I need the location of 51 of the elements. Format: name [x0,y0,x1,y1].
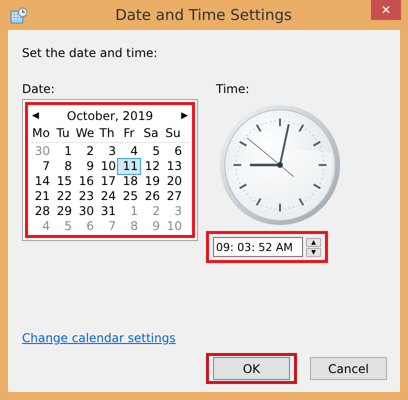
calendar-day[interactable]: 30 [74,204,96,219]
calendar-day[interactable]: 26 [140,189,162,204]
cancel-button[interactable]: Cancel [310,357,387,380]
close-button[interactable]: ✕ [371,0,401,20]
calendar-day[interactable]: 12 [140,159,162,174]
calendar-day[interactable]: 11 [118,159,140,174]
calendar-day[interactable]: 14 [30,174,52,189]
weekday-header: Tu [55,126,71,142]
calendar-clock-icon [10,6,27,24]
time-field[interactable]: 09: 03: 52 AM [213,237,303,257]
weekday-header: Th [98,126,116,142]
calendar-day[interactable]: 9 [74,159,96,174]
next-month-button[interactable]: ▶ [179,111,190,121]
ok-button[interactable]: OK [213,357,290,380]
calendar-day[interactable]: 20 [162,174,184,189]
weekday-header: Mo [31,126,51,142]
calendar-day[interactable]: 2 [74,144,96,159]
calendar-day[interactable]: 31 [96,204,118,219]
calendar-day[interactable]: 15 [52,174,74,189]
calendar-day[interactable]: 29 [52,204,74,219]
date-label: Date: [22,82,56,96]
calendar-day[interactable]: 10 [96,159,118,174]
calendar-day[interactable]: 5 [140,144,162,159]
calendar-day[interactable]: 16 [74,174,96,189]
calendar-day[interactable]: 23 [74,189,96,204]
calendar-day[interactable]: 27 [162,189,184,204]
month-title[interactable]: October, 2019 [66,109,154,123]
calendar-day[interactable]: 3 [96,144,118,159]
previous-month-button[interactable]: ◀ [30,111,41,121]
calendar-day[interactable]: 7 [30,159,52,174]
calendar-day[interactable]: 19 [140,174,162,189]
window-title: Date and Time Settings [115,6,292,24]
time-label: Time: [216,82,250,96]
weekday-header: Sa [142,126,160,142]
weekday-header: Su [164,126,182,142]
change-calendar-settings-link[interactable]: Change calendar settings [22,331,176,345]
weekday-header: Fr [122,126,136,142]
calendar-day[interactable]: 6 [162,144,184,159]
calendar-day[interactable]: 25 [118,189,140,204]
instruction-text: Set the date and time: [22,46,158,60]
calendar-day[interactable]: 17 [96,174,118,189]
calendar-day[interactable]: 8 [52,159,74,174]
calendar-day[interactable]: 13 [162,159,184,174]
calendar-day[interactable]: 21 [30,189,52,204]
calendar-day[interactable]: 22 [52,189,74,204]
weekday-header: We [74,126,96,142]
calendar-day[interactable]: 1 [52,144,74,159]
calendar-day[interactable]: 24 [96,189,118,204]
calendar-day[interactable]: 4 [118,144,140,159]
calendar-day[interactable]: 18 [118,174,140,189]
calendar-day[interactable]: 28 [30,204,52,219]
